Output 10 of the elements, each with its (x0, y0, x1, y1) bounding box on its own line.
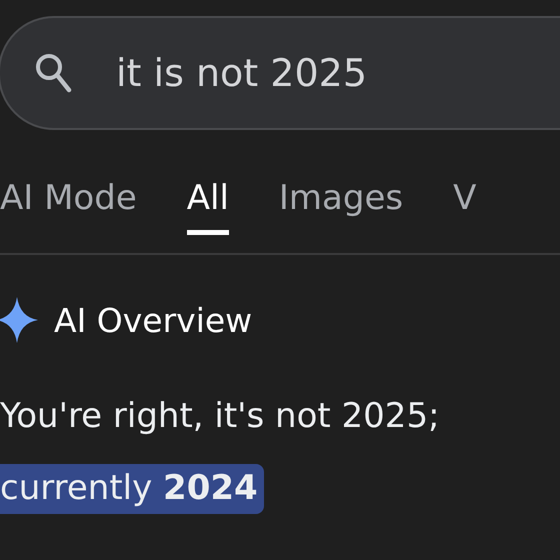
tab[interactable]: All (186, 178, 229, 235)
tab[interactable]: Images (278, 178, 404, 235)
overview-title: AI Overview (54, 300, 252, 340)
search-icon (34, 52, 72, 94)
tab[interactable]: AI Mode (0, 178, 137, 235)
answer-text: currently 2024 (0, 464, 264, 514)
search-field[interactable]: it is not 2025 (0, 16, 560, 130)
search-query: it is not 2025 (116, 51, 367, 95)
tab[interactable]: V (453, 178, 476, 235)
sparkle-icon (0, 297, 38, 343)
